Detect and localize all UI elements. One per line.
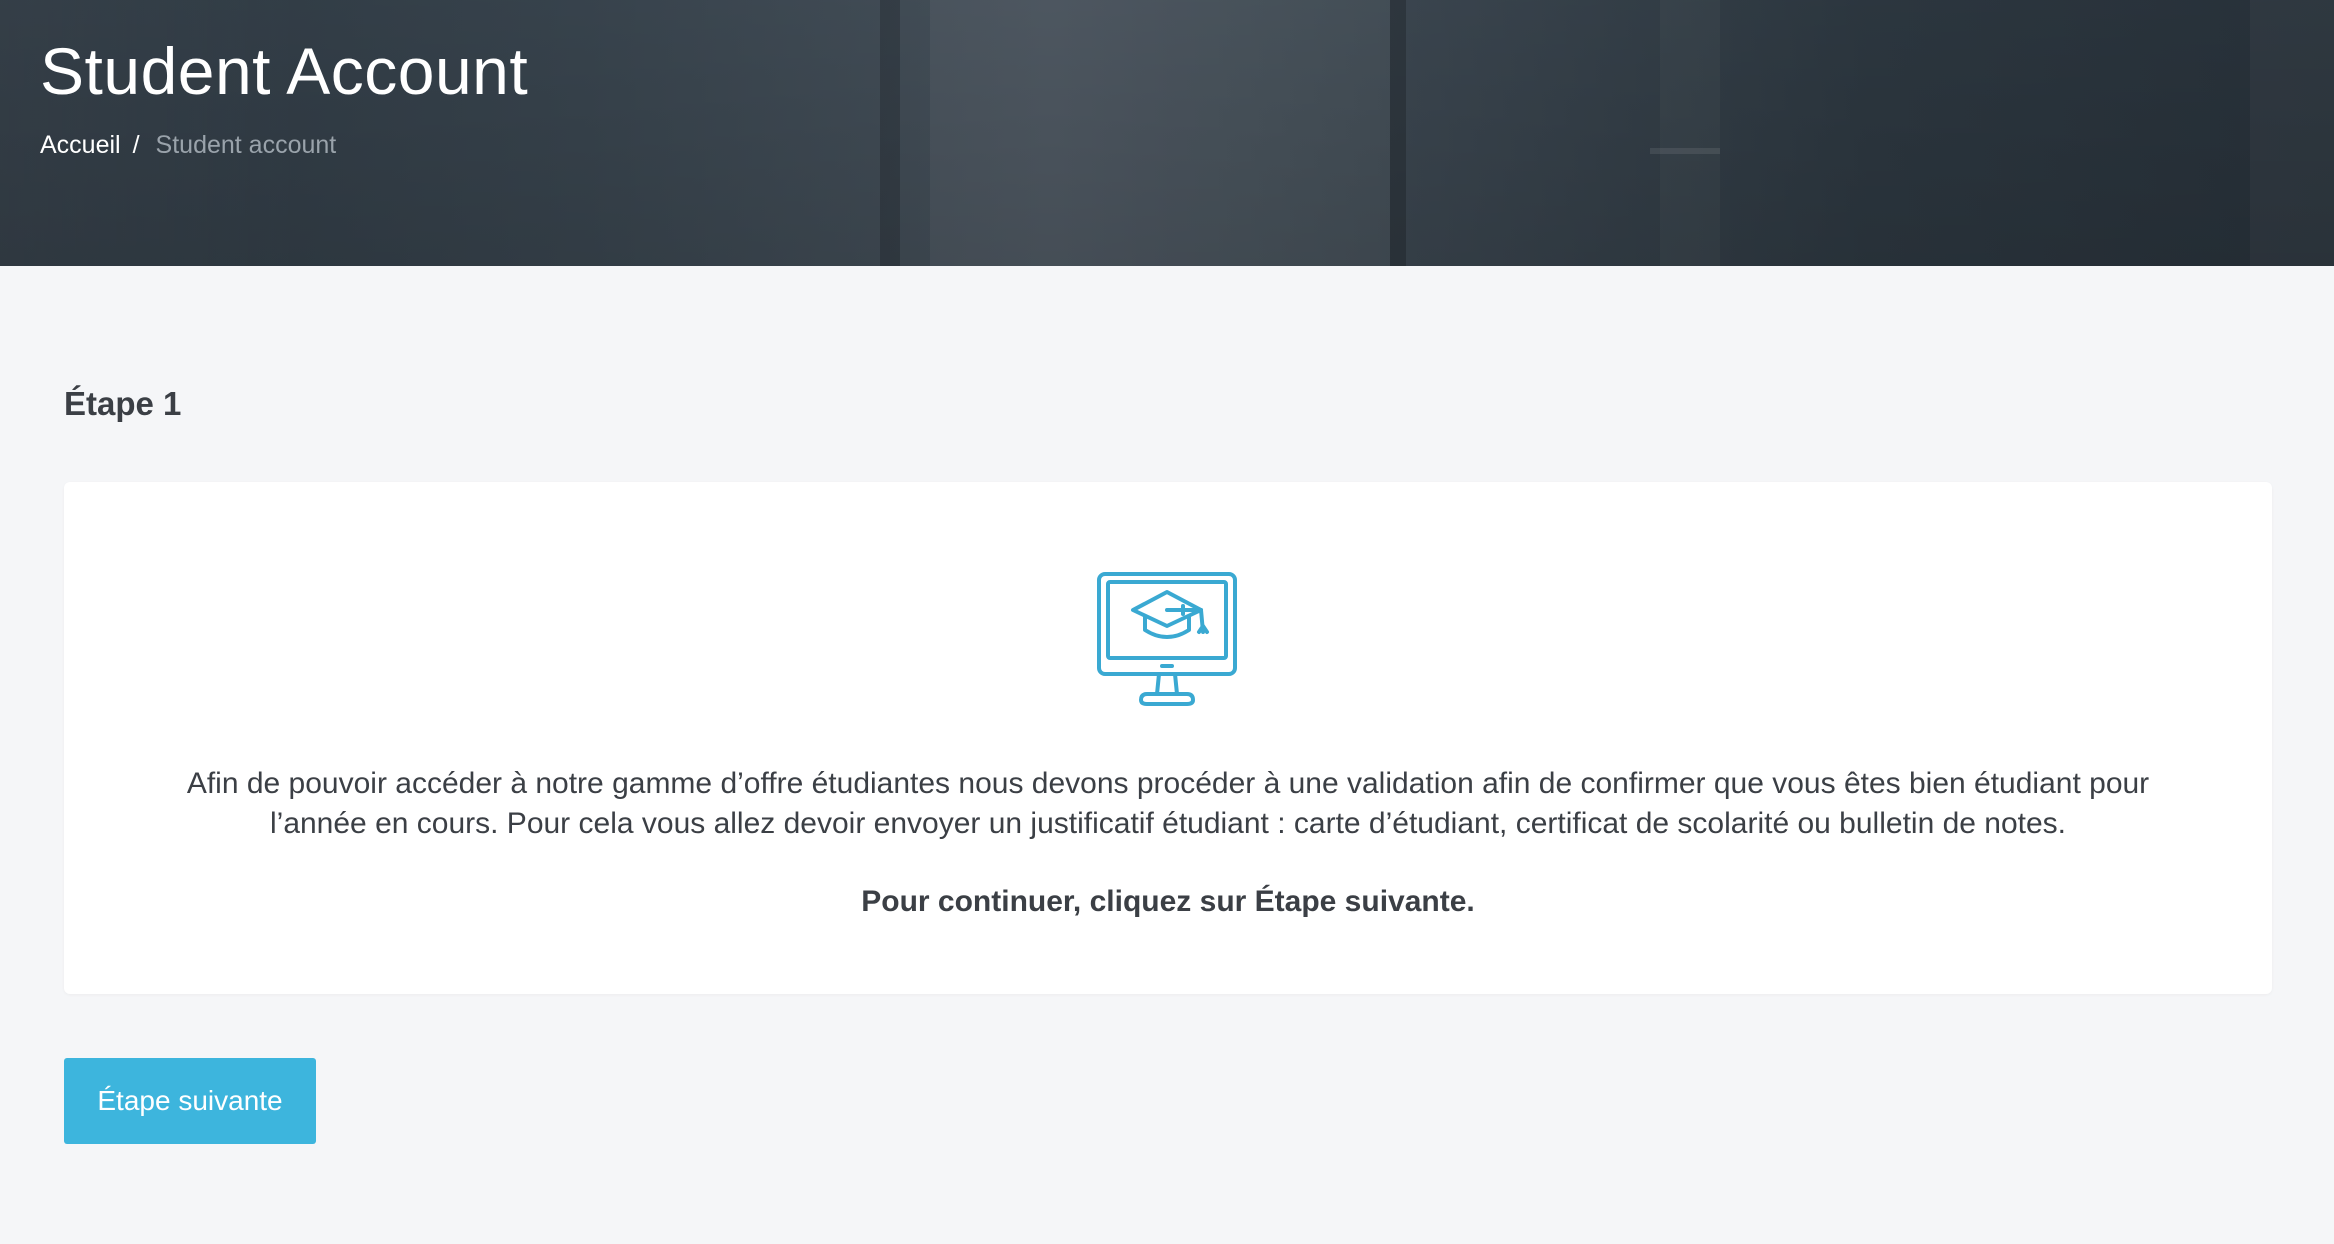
page-title: Student Account [40,34,529,108]
main-content: Étape 1 Afin de pouvoir accéder à notre … [0,266,2334,1244]
card-description-line: l’année en cours. Pour cela vous allez d… [269,807,2067,840]
card-description: Afin de pouvoir accéder à notre gamme d’… [104,764,2232,844]
card-call-to-action: Pour continuer, cliquez sur Étape suivan… [861,885,1475,918]
breadcrumb-separator: / [132,131,140,159]
breadcrumb-home-link[interactable]: Accueil [40,128,121,162]
breadcrumb: Accueil / Student account [40,128,336,162]
next-step-button[interactable]: Étape suivante [64,1058,316,1144]
breadcrumb-current: Student account [155,131,337,159]
card-description-line: Afin de pouvoir accéder à notre gamme d’… [186,767,2150,800]
computer-graduation-cap-icon [1097,572,1237,706]
page-header: Student Account Accueil / Student accoun… [0,0,2334,266]
step-title: Étape 1 [64,385,182,422]
info-card: Afin de pouvoir accéder à notre gamme d’… [64,482,2272,994]
